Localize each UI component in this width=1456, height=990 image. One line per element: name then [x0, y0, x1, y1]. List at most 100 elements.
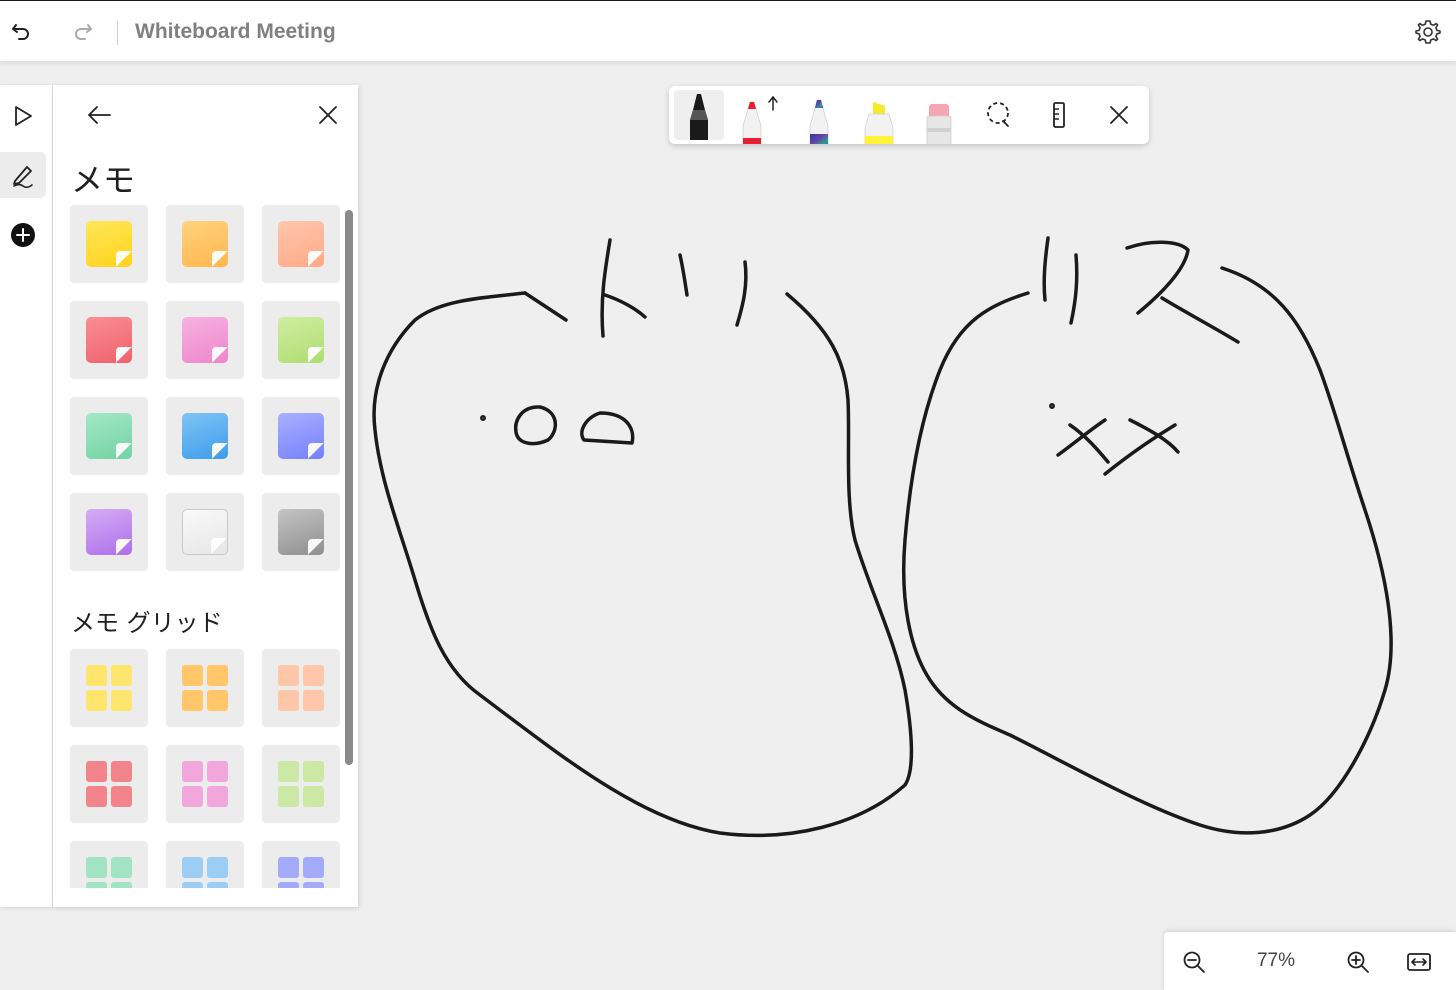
note-peach[interactable]: [262, 205, 340, 283]
draw-tool-button[interactable]: [0, 152, 46, 198]
ink-stroke[interactable]: [600, 238, 612, 338]
ink-stroke[interactable]: [1056, 418, 1107, 457]
note-color-grid: [70, 205, 340, 571]
sticky-note-icon: [278, 413, 324, 459]
ink-dot[interactable]: [480, 415, 486, 421]
zoom-out-button[interactable]: [1176, 944, 1212, 980]
note-pink[interactable]: [166, 301, 244, 379]
ink-stroke[interactable]: [1125, 240, 1190, 315]
ink-stroke[interactable]: [1069, 253, 1079, 325]
ink-stroke[interactable]: [735, 260, 748, 327]
undo-icon: [12, 24, 29, 40]
zoom-out-icon: [1183, 951, 1205, 973]
zoom-in-icon: [1347, 951, 1369, 973]
ink-stroke[interactable]: [1068, 423, 1110, 464]
ink-stroke[interactable]: [1042, 236, 1050, 302]
ink-stroke[interactable]: [1160, 296, 1240, 344]
ink-stroke[interactable]: [372, 291, 914, 838]
sticky-note-icon: [86, 317, 132, 363]
ink-stroke[interactable]: [901, 266, 1393, 835]
note-grid-peach[interactable]: [262, 649, 340, 727]
fit-to-screen-icon: [1407, 953, 1431, 971]
sticky-note-icon: [86, 221, 132, 267]
note-gray[interactable]: [262, 493, 340, 571]
sticky-note-icon: [278, 317, 324, 363]
select-tool-button[interactable]: [0, 93, 46, 139]
undo-button[interactable]: [6, 15, 38, 49]
back-arrow-icon: [88, 106, 111, 124]
title-bar: Whiteboard Meeting: [0, 0, 1456, 62]
ink-stroke[interactable]: [1103, 423, 1177, 476]
note-yellow[interactable]: [70, 205, 148, 283]
black-pen-button[interactable]: [674, 90, 724, 140]
ruler-button[interactable]: [1034, 86, 1084, 144]
sticky-notes-panel: メモ メモ グリッド: [53, 85, 358, 907]
ink-dot[interactable]: [1049, 403, 1055, 409]
note-grid-red[interactable]: [70, 745, 148, 823]
panel-back-button[interactable]: [81, 97, 117, 133]
lasso-select-icon: [987, 102, 1009, 127]
panel-scrollbar[interactable]: [345, 210, 353, 765]
panel-close-button[interactable]: [310, 97, 346, 133]
ink-stroke[interactable]: [523, 291, 568, 322]
close-icon: [1110, 106, 1128, 124]
ink-stroke[interactable]: [678, 253, 689, 297]
note-periwinkle[interactable]: [262, 397, 340, 475]
note-grid-orange[interactable]: [166, 649, 244, 727]
note-grid-icon: [182, 761, 228, 807]
note-white[interactable]: [166, 493, 244, 571]
note-grid-yellow[interactable]: [70, 649, 148, 727]
ink-stroke[interactable]: [1128, 418, 1180, 454]
red-pen-icon: [742, 95, 778, 144]
highlighter-icon: [864, 102, 894, 144]
settings-button[interactable]: [1412, 15, 1444, 49]
note-grid-icon: [182, 665, 228, 711]
sticky-note-icon: [182, 221, 228, 267]
galaxy-pen-button[interactable]: [794, 86, 844, 144]
note-grid-icon: [86, 761, 132, 807]
eraser-button[interactable]: [914, 86, 964, 144]
note-orange[interactable]: [166, 205, 244, 283]
note-green[interactable]: [262, 301, 340, 379]
yellow-highlighter-button[interactable]: [854, 86, 904, 144]
zoom-in-button[interactable]: [1340, 944, 1376, 980]
close-icon: [319, 106, 337, 124]
note-grid-green[interactable]: [262, 745, 340, 823]
title-separator: [117, 21, 118, 45]
add-circle-icon: [11, 223, 35, 247]
note-grid-icon: [278, 761, 324, 807]
note-red[interactable]: [70, 301, 148, 379]
select-pointer-icon: [15, 106, 32, 126]
ink-stroke[interactable]: [603, 293, 647, 319]
add-content-button[interactable]: [0, 212, 46, 258]
ruler-icon: [1053, 102, 1065, 128]
zoom-level: 77%: [1256, 950, 1296, 971]
eraser-icon: [926, 104, 952, 144]
lasso-select-button[interactable]: [974, 86, 1024, 144]
pen-tray: [669, 86, 1149, 144]
note-grid-icon: [86, 665, 132, 711]
settings-gear-icon: [1415, 20, 1441, 44]
ink-stroke[interactable]: [580, 411, 635, 445]
pen-draw-icon: [13, 166, 33, 188]
red-pen-button[interactable]: [734, 86, 784, 144]
sticky-note-icon: [86, 413, 132, 459]
note-mint[interactable]: [70, 397, 148, 475]
redo-button[interactable]: [66, 15, 98, 49]
note-blue[interactable]: [166, 397, 244, 475]
galaxy-pen-icon: [809, 99, 829, 144]
note-purple[interactable]: [70, 493, 148, 571]
sticky-note-icon: [86, 509, 132, 555]
fit-to-screen-button[interactable]: [1401, 944, 1437, 980]
note-grid-color-grid: [70, 649, 340, 907]
app-title: Whiteboard Meeting: [135, 20, 336, 43]
sticky-note-icon: [182, 317, 228, 363]
close-pen-tray-button[interactable]: [1094, 86, 1144, 144]
note-grid-pink[interactable]: [166, 745, 244, 823]
sticky-note-icon: [278, 509, 324, 555]
redo-icon: [75, 24, 92, 40]
sticky-note-icon: [182, 509, 228, 555]
sticky-note-icon: [278, 221, 324, 267]
tool-rail: [0, 85, 52, 907]
ink-stroke[interactable]: [513, 405, 557, 446]
